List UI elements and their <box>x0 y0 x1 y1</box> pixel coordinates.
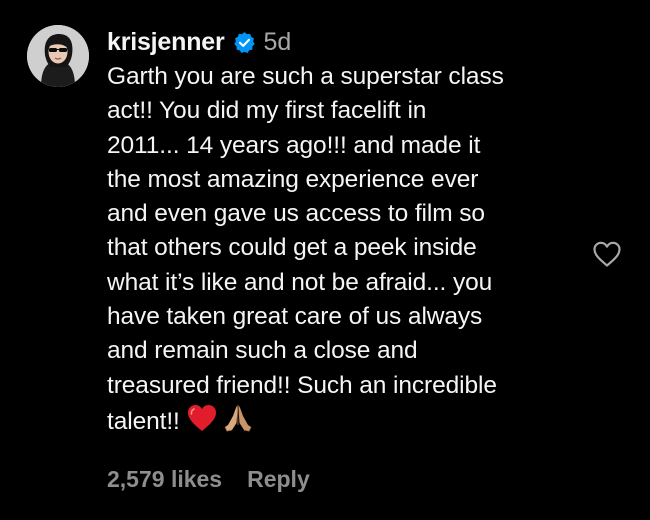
timestamp[interactable]: 5d <box>264 28 292 57</box>
verified-badge-icon <box>233 31 256 54</box>
username[interactable]: krisjenner <box>107 28 225 57</box>
comment-line: that others could get a peek inside <box>107 234 477 262</box>
comment-body: krisjenner 5d Garth you are such a super… <box>107 24 577 439</box>
reply-button[interactable]: Reply <box>247 466 310 493</box>
comment-line: talent!! <box>107 407 180 435</box>
emoji-group <box>186 403 258 433</box>
comment-line: and even gave us access to film so <box>107 200 485 228</box>
comment-line: what it’s like and not be afraid... you <box>107 268 493 296</box>
comment-line: the most amazing experience ever <box>107 165 479 193</box>
comment-line: have taken great care of us always <box>107 303 483 331</box>
red-heart-emoji-icon <box>186 403 218 433</box>
comment-text: Garth you are such a superstar class act… <box>107 60 577 439</box>
likes-count[interactable]: 2,579 likes <box>107 466 222 493</box>
folded-hands-emoji-icon <box>222 403 254 433</box>
like-heart-icon[interactable] <box>592 240 622 268</box>
avatar[interactable] <box>27 25 89 87</box>
avatar-image <box>27 25 89 87</box>
comment-line: treasured friend!! Such an incredible <box>107 371 497 399</box>
comment: krisjenner 5d Garth you are such a super… <box>0 0 650 520</box>
comment-line: Garth you are such a superstar class <box>107 63 504 90</box>
comment-footer: 2,579 likes Reply <box>107 466 310 493</box>
comment-line: and remain such a close and <box>107 337 418 365</box>
comment-header: krisjenner 5d <box>107 24 577 60</box>
comment-line: 2011... 14 years ago!!! and made it <box>107 131 481 159</box>
comment-line: act!! You did my first facelift in <box>107 97 427 125</box>
